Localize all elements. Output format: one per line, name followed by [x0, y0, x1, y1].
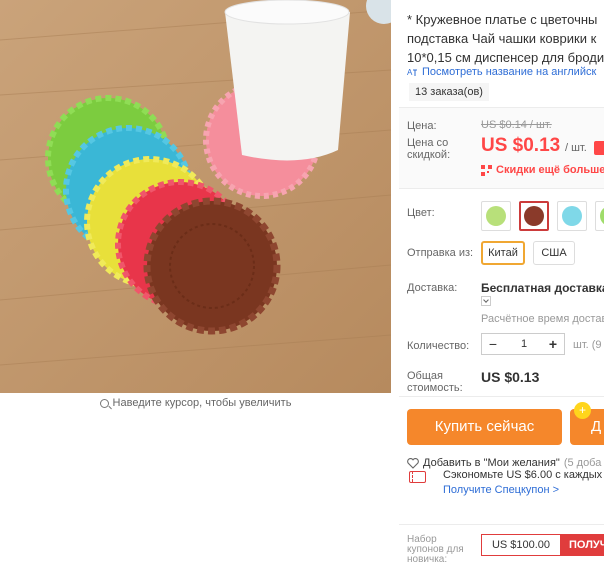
translate-link-text[interactable]: Посмотреть название на английск [422, 66, 596, 78]
wishlist-count: (5 доба [563, 457, 602, 469]
product-title: * Кружевное платье с цветочны подставка … [407, 10, 604, 67]
ship-from-usa[interactable]: США [533, 241, 575, 265]
product-image[interactable] [0, 0, 391, 393]
delivery-value: Бесплатная доставка в [481, 281, 604, 295]
heart-icon [407, 457, 419, 469]
buy-now-button[interactable]: Купить сейчас [407, 409, 562, 445]
delivery-estimate: Расчётное время доставк [481, 313, 604, 325]
zoom-hint: Наведите курсор, чтобы увеличить [0, 397, 391, 409]
qr-code-icon [481, 164, 492, 176]
quantity-input[interactable]: 1 [504, 334, 544, 354]
total-label: Общая стоимость: [407, 370, 463, 394]
ship-from-china[interactable]: Китай [481, 241, 525, 265]
get-coupon-link[interactable]: Получите Спецкупон > [443, 484, 559, 496]
divider [399, 188, 604, 189]
coupon-icon [409, 471, 426, 483]
svg-text:A: A [407, 68, 413, 77]
title-line: подставка Чай чашки коврики к [407, 31, 597, 46]
quantity-stepper: − 1 + [481, 333, 565, 355]
newbie-coupon-card: US $100.00 [481, 534, 561, 556]
cup [224, 0, 350, 161]
delivery-dropdown[interactable] [481, 296, 491, 306]
title-line: 10*0,15 см диспенсер для броди [407, 50, 604, 65]
divider [399, 396, 604, 397]
zoom-hint-text: Наведите курсор, чтобы увеличить [112, 397, 292, 409]
product-photo [0, 0, 391, 393]
coupon-save-text: Сэкономьте US $6.00 с каждых U [443, 469, 604, 481]
discount-price-label: Цена со скидкой: [407, 137, 451, 161]
cart-plus-icon: + [574, 402, 591, 419]
quantity-unit: шт. (9 [573, 339, 602, 351]
translate-link[interactable]: A Посмотреть название на английск [407, 66, 596, 78]
discount-badge [594, 141, 604, 155]
divider [399, 524, 604, 525]
title-line: * Кружевное платье с цветочны [407, 12, 598, 27]
wishlist-button[interactable]: Добавить в "Мои желания" (5 доба [407, 457, 601, 469]
ship-from-label: Отправка из: [407, 247, 474, 259]
total-value: US $0.13 [481, 369, 540, 385]
swatch-color [524, 206, 544, 226]
quantity-minus-button[interactable]: − [482, 334, 504, 354]
more-discounts-link[interactable]: Скидки ещё больше в [481, 164, 604, 176]
swatch-color [600, 206, 604, 226]
product-info: * Кружевное платье с цветочны подставка … [399, 0, 604, 571]
swatch-green[interactable] [595, 201, 604, 231]
quantity-plus-button[interactable]: + [542, 334, 564, 354]
newbie-coupon-label: Набор купонов для новичка: [407, 534, 464, 565]
magnifier-icon [99, 398, 109, 408]
divider [391, 0, 399, 571]
swatch-color [486, 206, 506, 226]
price-label: Цена: [407, 120, 437, 132]
more-discounts-text[interactable]: Скидки ещё больше в [496, 164, 604, 176]
wishlist-text[interactable]: Добавить в "Мои желания" [423, 457, 560, 469]
price-unit: / шт. [565, 142, 587, 154]
current-price: US $0.13 [481, 135, 561, 156]
swatch-lightgreen[interactable] [481, 201, 511, 231]
quantity-label: Количество: [407, 340, 470, 352]
old-price: US $0.14 / шт. [481, 119, 552, 131]
coaster-brown [143, 197, 281, 335]
get-newbie-coupon-button[interactable]: ПОЛУЧ [561, 534, 604, 556]
swatch-brown[interactable] [519, 201, 549, 231]
orders-count: 13 заказа(ов) [409, 83, 489, 101]
swatch-color [562, 206, 582, 226]
translate-icon: A [407, 68, 417, 77]
swatch-lightblue[interactable] [557, 201, 587, 231]
delivery-label: Доставка: [407, 282, 458, 294]
color-label: Цвет: [407, 207, 435, 219]
